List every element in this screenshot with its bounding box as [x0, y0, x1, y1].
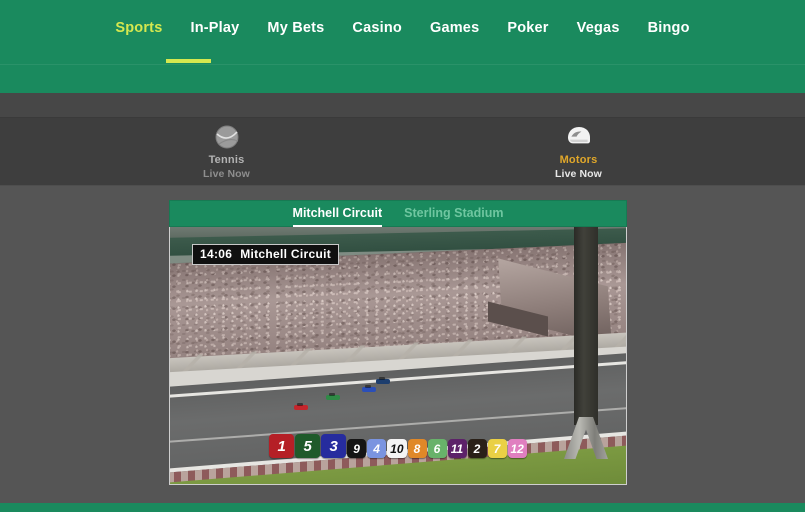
race-position-badge[interactable]: 1 — [269, 434, 295, 458]
sport-category-label: Motors — [559, 154, 598, 166]
nav-item-sports[interactable]: Sports — [113, 18, 164, 38]
nav-item-in-play[interactable]: In-Play — [188, 18, 241, 38]
header-divider — [0, 64, 805, 65]
racing-helmet-icon — [567, 127, 590, 144]
race-car — [326, 393, 340, 400]
nav-item-bingo[interactable]: Bingo — [646, 18, 692, 38]
race-position-badge[interactable]: 9 — [347, 439, 367, 458]
race-position-badge[interactable]: 2 — [467, 439, 487, 458]
race-car — [294, 403, 308, 410]
race-car — [376, 377, 390, 384]
race-position-badge[interactable]: 7 — [487, 439, 507, 458]
stream-tab-sterling-stadium[interactable]: Sterling Stadium — [404, 200, 503, 227]
sport-category-strip: Tennis Live Now Motors Live Now — [0, 118, 805, 193]
race-position-badge[interactable]: 10 — [387, 439, 407, 458]
race-position-badge[interactable]: 12 — [507, 439, 527, 458]
race-position-badge[interactable]: 5 — [295, 434, 321, 458]
primary-nav: Sports In-Play My Bets Casino Games Poker Vega… — [0, 18, 805, 38]
sport-category-label: Tennis — [208, 154, 245, 166]
tennis-ball-icon — [215, 125, 238, 149]
race-position-badge[interactable]: 11 — [447, 439, 467, 458]
sport-category-motors[interactable]: Motors Live Now — [533, 123, 625, 193]
site-footer — [0, 503, 805, 512]
stream-tab-mitchell-circuit[interactable]: Mitchell Circuit — [292, 200, 382, 227]
video-overlay-time: 14:06 — [200, 247, 233, 261]
race-position-badges: 1 5 3 9 4 10 8 6 11 2 7 12 — [170, 434, 626, 458]
sport-category-live-status: Live Now — [203, 168, 250, 180]
race-position-badge[interactable]: 3 — [321, 434, 347, 458]
site-header: Sports In-Play My Bets Casino Games Poker Vega… — [0, 0, 805, 93]
stream-tabbar: Mitchell Circuit Sterling Stadium — [169, 200, 627, 227]
live-video-player[interactable]: 14:06 Mitchell Circuit 1 5 3 9 4 10 8 6 11 2 7 12 — [169, 227, 627, 485]
nav-item-vegas[interactable]: Vegas — [575, 18, 622, 38]
secondary-toolbar — [0, 93, 805, 118]
main-content: Mitchell Circuit Sterling Stadium 14:06 — [0, 186, 805, 485]
nav-item-casino[interactable]: Casino — [350, 18, 404, 38]
active-nav-underline — [166, 59, 211, 63]
nav-item-games[interactable]: Games — [428, 18, 481, 38]
race-position-badge[interactable]: 4 — [367, 439, 387, 458]
race-position-badge[interactable]: 8 — [407, 439, 427, 458]
racing-helmet-icon — [565, 123, 593, 151]
tennis-ball-icon — [213, 123, 241, 151]
sport-category-live-status: Live Now — [555, 168, 602, 180]
nav-item-my-bets[interactable]: My Bets — [265, 18, 326, 38]
race-car — [362, 385, 376, 392]
race-position-badge[interactable]: 6 — [427, 439, 447, 458]
live-stream-panel: Mitchell Circuit Sterling Stadium 14:06 — [169, 200, 627, 485]
nav-item-poker[interactable]: Poker — [505, 18, 550, 38]
video-overlay-title: Mitchell Circuit — [240, 247, 332, 261]
video-broadcast-overlay: 14:06 Mitchell Circuit — [192, 244, 340, 265]
sport-category-list: Tennis Live Now Motors Live Now — [0, 118, 805, 193]
sport-category-tennis[interactable]: Tennis Live Now — [181, 123, 273, 180]
video-scoring-tower — [574, 227, 598, 425]
